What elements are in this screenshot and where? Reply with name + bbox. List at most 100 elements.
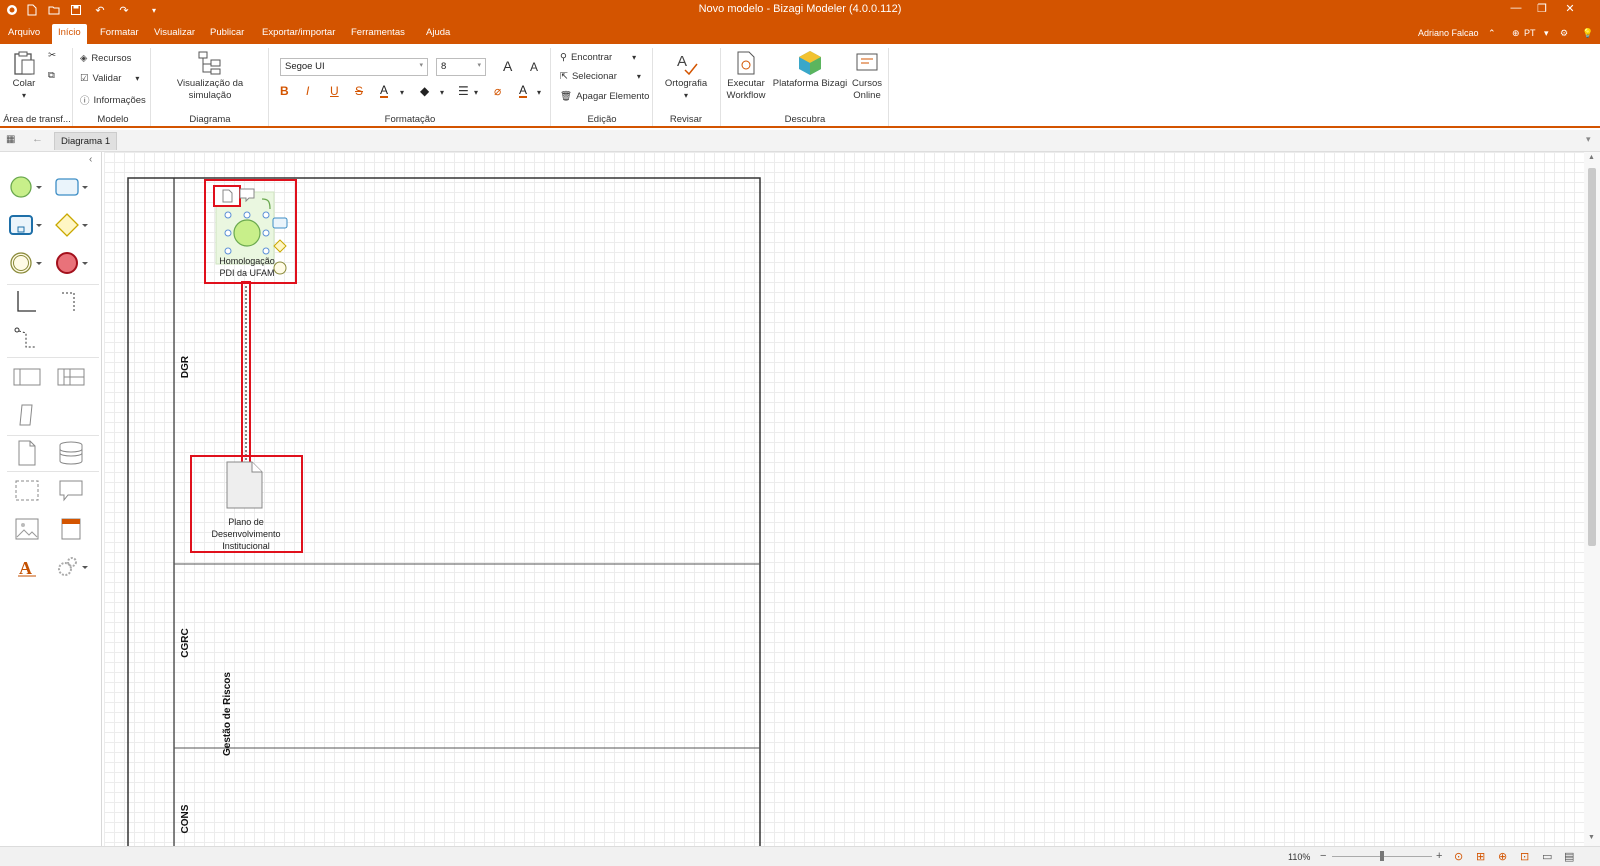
selection-handle[interactable]	[243, 211, 251, 219]
selection-handle[interactable]	[262, 247, 270, 255]
sequence-flow-tool[interactable]	[9, 288, 45, 318]
tab-inicio[interactable]: Início	[52, 24, 87, 44]
font-color-dropdown-icon[interactable]: ▾	[400, 88, 404, 97]
tab-arquivo[interactable]: Arquivo	[2, 24, 46, 44]
online-courses-button[interactable]: Cursos Online	[846, 50, 888, 102]
quick-gateway-icon[interactable]	[273, 239, 287, 253]
text-color-dropdown-icon[interactable]: ▾	[537, 88, 541, 97]
increase-font-icon[interactable]: A	[503, 58, 512, 74]
decrease-font-icon[interactable]: A	[530, 60, 538, 74]
lane-tool[interactable]	[53, 362, 89, 392]
quick-task-icon[interactable]	[272, 217, 288, 229]
text-tool[interactable]: A	[9, 552, 45, 582]
globe-icon[interactable]: ⊕	[1512, 28, 1520, 39]
data-object-label[interactable]: Plano de Desenvolvimento Institucional	[196, 516, 296, 552]
italic-icon[interactable]: I	[306, 84, 309, 98]
delete-element-button[interactable]: 🗑 Apagar Elemento	[560, 91, 649, 102]
font-family-select[interactable]: Segoe UI ▾	[280, 58, 428, 76]
select-button[interactable]: ⇱ Selecionar ▾	[560, 71, 641, 82]
info-button[interactable]: ⓘ Informações	[80, 93, 146, 108]
underline-icon[interactable]: U	[330, 84, 339, 98]
paste-button[interactable]: Colar ▾	[8, 50, 40, 102]
diagram-overview-icon[interactable]: ▦	[6, 134, 15, 145]
start-event-shape[interactable]	[233, 219, 261, 247]
zoom-out-icon[interactable]: −	[1320, 850, 1326, 862]
comment-tool[interactable]	[53, 476, 89, 506]
fill-color-dropdown-icon[interactable]: ▾	[440, 88, 444, 97]
start-event-tool[interactable]	[7, 172, 43, 202]
tab-diagram-1[interactable]: Diagrama 1	[54, 132, 118, 150]
align-dropdown-icon[interactable]: ▾	[474, 88, 478, 97]
tab-ajuda[interactable]: Ajuda	[420, 24, 456, 44]
simulation-view-button[interactable]: Visualização da simulação	[156, 50, 264, 102]
subprocess-tool[interactable]	[7, 210, 43, 240]
fill-color-icon[interactable]: ◆	[420, 84, 429, 98]
custom-elements-tool[interactable]	[53, 552, 89, 582]
selection-handle[interactable]	[224, 247, 232, 255]
collapse-palette-icon[interactable]: ‹	[89, 154, 92, 165]
tab-exportar-importar[interactable]: Exportar/importar	[256, 24, 341, 44]
copy-icon[interactable]: ⧉	[48, 70, 55, 81]
tab-ferramentas[interactable]: Ferramentas	[345, 24, 411, 44]
help-bulb-icon[interactable]: 💡	[1582, 28, 1593, 39]
back-arrow-icon[interactable]: ←	[32, 133, 43, 145]
zoom-slider-thumb[interactable]	[1380, 851, 1384, 861]
cut-icon[interactable]: ✂	[48, 50, 56, 61]
fit-zoom-icon[interactable]: ⊙	[1454, 850, 1463, 863]
close-button[interactable]: ✕	[1558, 2, 1582, 18]
lane-label-dgr[interactable]: DGR	[180, 342, 194, 392]
user-name[interactable]: Adriano Falcao	[1418, 28, 1479, 38]
task-tool[interactable]	[53, 172, 89, 202]
gateway-tool[interactable]	[53, 210, 89, 240]
tab-publicar[interactable]: Publicar	[204, 24, 250, 44]
validate-button[interactable]: ☑ Validar ▾	[80, 73, 139, 84]
pool-label[interactable]: Gestão de Riscos	[222, 639, 236, 789]
restore-button[interactable]: ❐	[1530, 2, 1554, 18]
tabs-dropdown-icon[interactable]: ▾	[1586, 134, 1591, 145]
selection-handle[interactable]	[224, 211, 232, 219]
strikethrough-icon[interactable]: S	[355, 84, 363, 98]
group-tool[interactable]	[9, 476, 45, 506]
language-dropdown-icon[interactable]: ▾	[1544, 28, 1549, 39]
bold-icon[interactable]: B	[280, 84, 289, 98]
end-event-tool[interactable]	[53, 248, 89, 278]
overview-icon[interactable]: ▤	[1564, 850, 1574, 863]
settings-gear-icon[interactable]: ⚙	[1560, 28, 1568, 39]
annotation-tool[interactable]	[9, 400, 45, 430]
data-store-tool[interactable]	[53, 438, 89, 468]
scrollbar-thumb[interactable]	[1588, 168, 1596, 546]
collapse-ribbon-icon[interactable]: ⌃	[1488, 28, 1496, 39]
data-object-tool[interactable]	[9, 438, 45, 468]
bizagi-platform-button[interactable]: Plataforma Bizagi	[772, 50, 848, 90]
language-selector[interactable]: PT	[1524, 28, 1536, 38]
association-tool[interactable]	[9, 324, 45, 354]
fit-page-icon[interactable]: ⊞	[1476, 850, 1485, 863]
diagram-canvas[interactable]: Gestão de Riscos DGR CGRC CONS Homologaç…	[104, 152, 1584, 846]
selection-handle[interactable]	[262, 211, 270, 219]
message-flow-tool[interactable]	[53, 288, 89, 318]
tab-formatar[interactable]: Formatar	[94, 24, 145, 44]
font-size-select[interactable]: 8 ▾	[436, 58, 486, 76]
minimize-button[interactable]: —	[1504, 2, 1528, 18]
tab-visualizar[interactable]: Visualizar	[148, 24, 201, 44]
fit-width-icon[interactable]: ⊡	[1520, 850, 1529, 863]
selection-handle[interactable]	[224, 229, 232, 237]
lane-label-cons[interactable]: CONS	[180, 794, 194, 844]
zoom-in-icon[interactable]: +	[1436, 850, 1442, 862]
find-button[interactable]: ⚲ Encontrar ▾	[560, 52, 636, 63]
align-icon[interactable]: ☰	[458, 84, 469, 98]
start-event-label[interactable]: Homologação PDI da UFAM	[202, 255, 292, 279]
spelling-button[interactable]: A Ortografia ▾	[658, 50, 714, 102]
image-tool[interactable]	[9, 514, 45, 544]
clear-format-icon[interactable]: ⌀	[494, 84, 501, 98]
text-color-icon[interactable]: A	[519, 84, 528, 98]
scroll-down-icon[interactable]: ▼	[1588, 834, 1595, 841]
vertical-scrollbar[interactable]: ▲ ▼	[1584, 152, 1600, 846]
run-workflow-button[interactable]: Executar Workflow	[722, 50, 770, 102]
header-tool[interactable]	[53, 514, 89, 544]
lane-label-cgrc[interactable]: CGRC	[180, 618, 194, 668]
resources-button[interactable]: ◈ Recursos	[80, 53, 131, 64]
presentation-icon[interactable]: ▭	[1542, 850, 1552, 863]
pool-tool[interactable]	[9, 362, 45, 392]
intermediate-event-tool[interactable]	[7, 248, 43, 278]
